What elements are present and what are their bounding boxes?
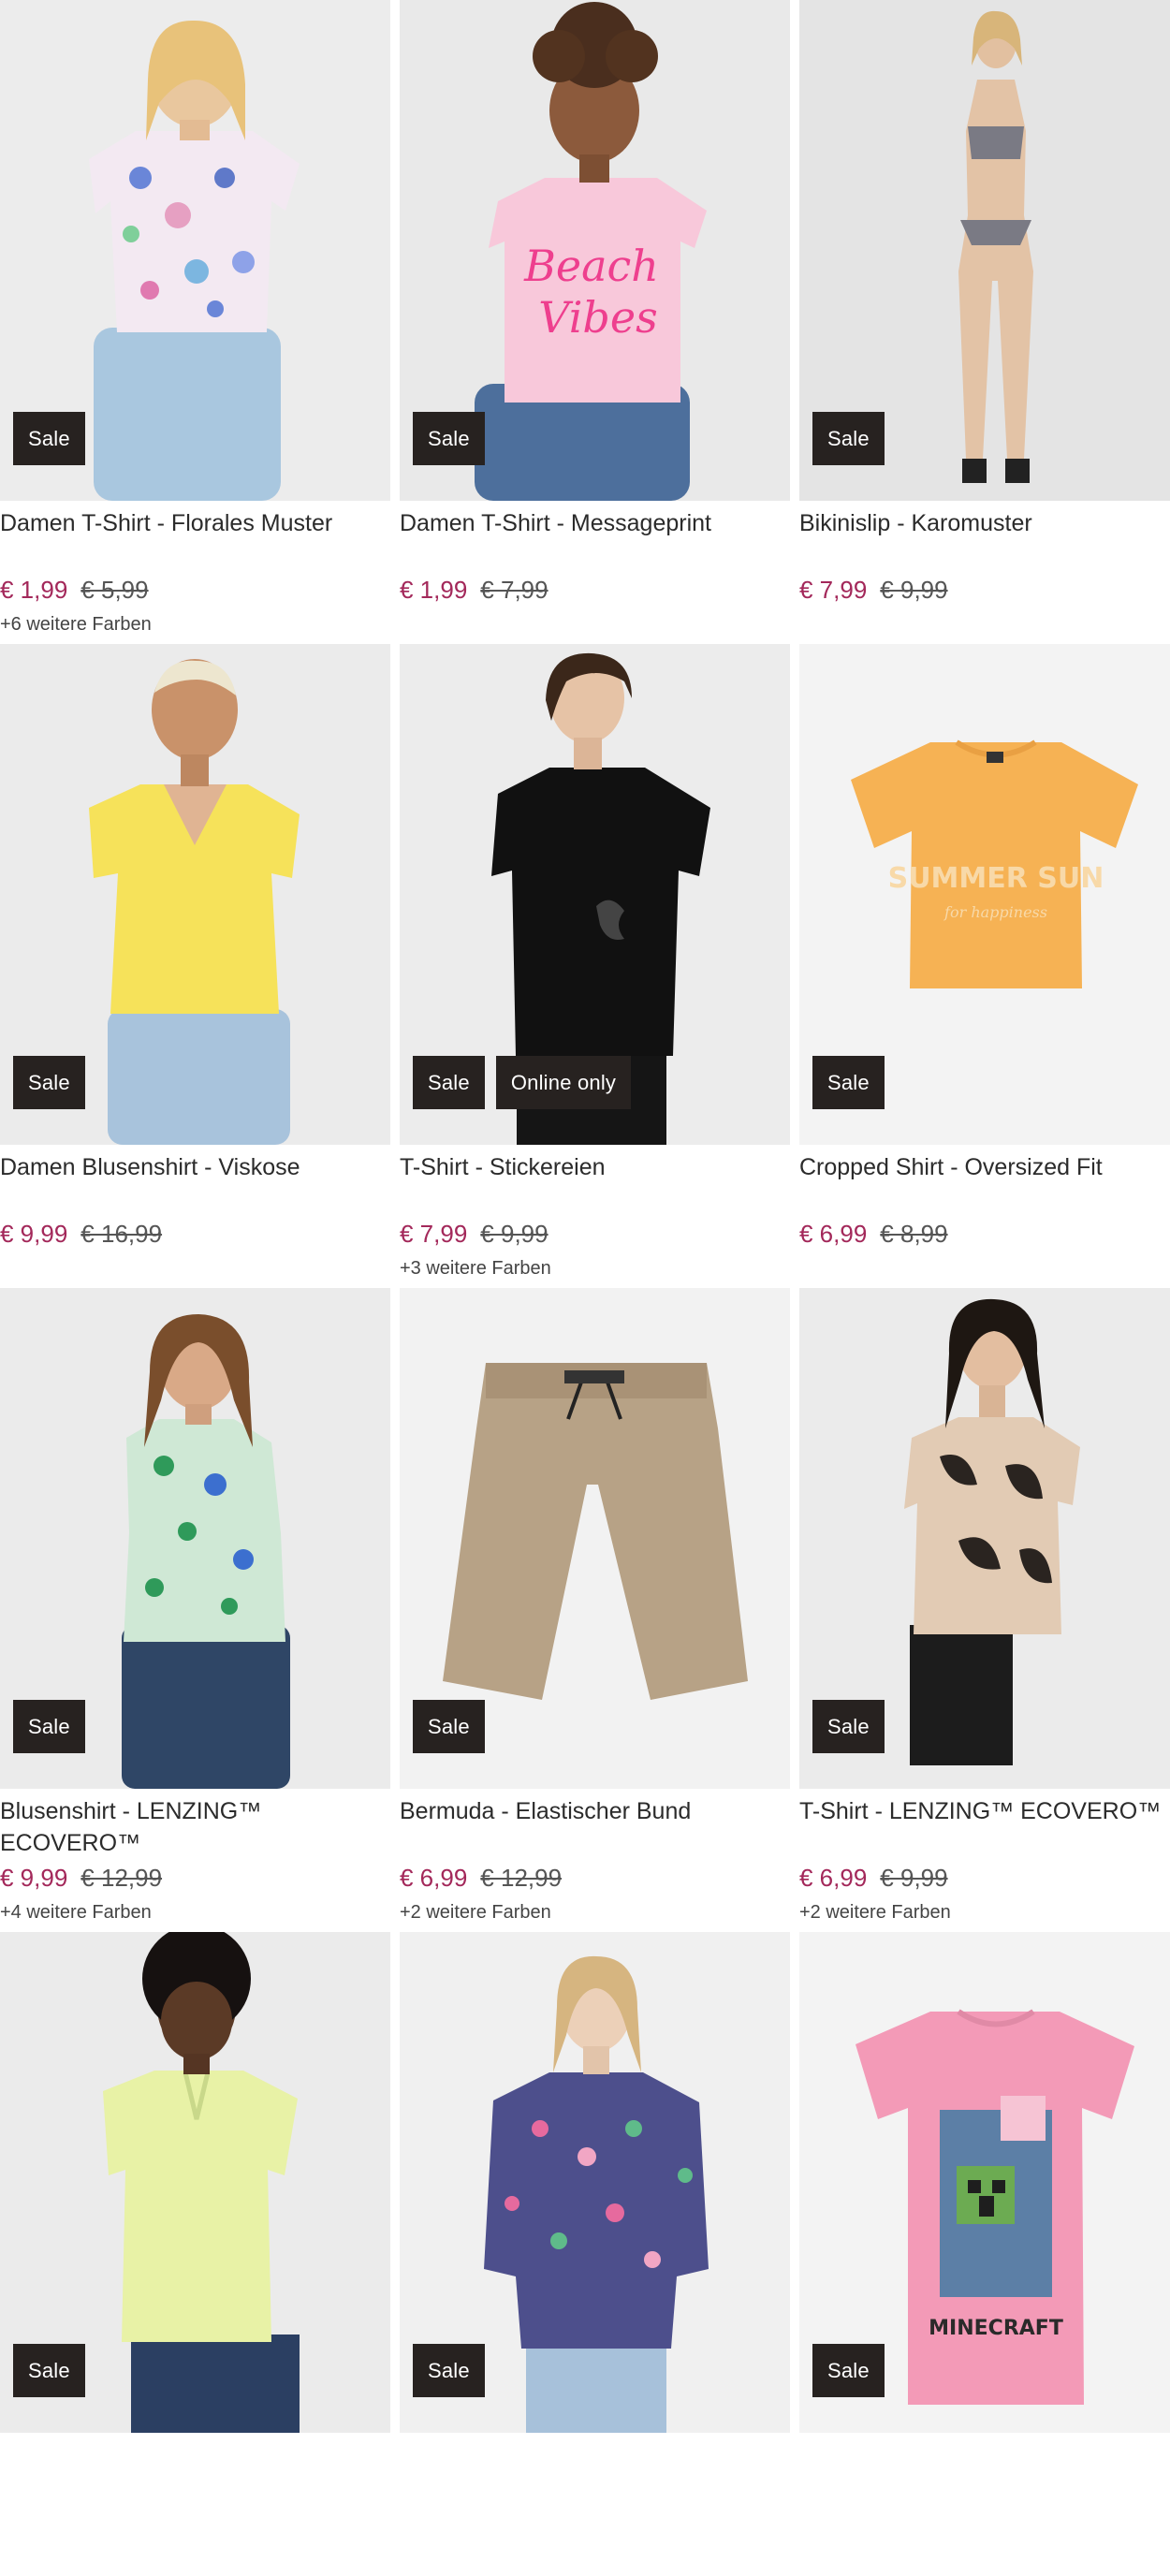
product-title[interactable]: Cropped Shirt - Oversized Fit <box>799 1151 1170 1183</box>
product-price <box>400 2508 413 2536</box>
product-image[interactable]: Sale <box>400 1932 790 2433</box>
product-image[interactable]: Sale <box>799 0 1170 501</box>
sale-badge: Sale <box>413 412 485 465</box>
online-only-badge: Online only <box>495 1056 632 1109</box>
badge-list: Sale <box>13 412 85 465</box>
sale-badge: Sale <box>413 2344 485 2397</box>
sale-price: € 6,99 <box>799 1220 868 1248</box>
more-colors-link[interactable]: +3 weitere Farben <box>400 1257 551 1280</box>
sale-price: € 1,99 <box>400 576 468 604</box>
product-card[interactable]: Sale <box>0 1932 390 2576</box>
product-title[interactable]: Bermuda - Elastischer Bund <box>400 1795 790 1827</box>
badge-list: Sale <box>812 1700 885 1753</box>
product-image[interactable]: Sale <box>0 0 390 501</box>
badge-list: Sale <box>413 1700 485 1753</box>
product-image[interactable]: SUMMER SUN for happiness Sale <box>799 644 1170 1145</box>
sale-badge: Sale <box>812 412 885 465</box>
original-price: € 12,99 <box>80 1864 163 1892</box>
product-price: € 7,99 € 9,99 <box>400 1220 548 1248</box>
sale-badge: Sale <box>812 1056 885 1109</box>
product-image[interactable]: Beach Vibes Sale <box>400 0 790 501</box>
product-price: € 6,99 € 9,99 <box>799 1864 948 1892</box>
sale-price: € 1,99 <box>0 576 68 604</box>
more-colors-link[interactable]: +4 weitere Farben <box>0 1901 152 1924</box>
product-title[interactable]: Blusenshirt - LENZING™ ECOVERO™ <box>0 1795 390 1859</box>
sale-price: € 6,99 <box>400 1864 468 1892</box>
sale-badge: Sale <box>812 2344 885 2397</box>
sale-badge: Sale <box>812 1700 885 1753</box>
sale-price: € 7,99 <box>400 1220 468 1248</box>
sale-badge: Sale <box>413 1056 485 1109</box>
original-price: € 16,99 <box>80 1220 163 1248</box>
original-price: € 8,99 <box>880 1220 948 1248</box>
badge-list: Sale <box>413 2344 485 2397</box>
svg-text:SUMMER SUN: SUMMER SUN <box>888 862 1104 895</box>
product-price: € 9,99 € 16,99 <box>0 1220 162 1248</box>
product-price: € 1,99 € 7,99 <box>400 576 548 604</box>
product-card[interactable]: Sale <box>400 1932 790 2576</box>
product-image[interactable]: Sale <box>799 1288 1170 1789</box>
product-card[interactable]: Sale Damen T-Shirt - Florales Muster € 1… <box>0 0 390 644</box>
sale-badge: Sale <box>13 1700 85 1753</box>
product-price: € 1,99 € 5,99 <box>0 576 149 604</box>
badge-list: Sale <box>13 2344 85 2397</box>
original-price: € 12,99 <box>480 1864 563 1892</box>
badge-list: Sale <box>413 412 485 465</box>
product-price: € 9,99 € 12,99 <box>0 1864 162 1892</box>
product-image[interactable]: MINECRAFT Sale <box>799 1932 1170 2433</box>
product-image[interactable]: Sale <box>0 644 390 1145</box>
original-price: € 9,99 <box>880 1864 948 1892</box>
product-image[interactable]: Sale <box>400 1288 790 1789</box>
product-price: € 6,99 € 12,99 <box>400 1864 562 1892</box>
product-card[interactable]: Sale Bikinislip - Karomuster € 7,99 € 9,9… <box>799 0 1170 644</box>
product-price: € 6,99 € 8,99 <box>799 1220 948 1248</box>
product-card[interactable]: SUMMER SUN for happiness Sale Cropped Sh… <box>799 644 1170 1288</box>
sale-badge: Sale <box>413 1700 485 1753</box>
sale-price: € 9,99 <box>0 1220 68 1248</box>
product-title[interactable]: T-Shirt - Stickereien <box>400 1151 790 1183</box>
product-card[interactable]: Sale Blusenshirt - LENZING™ ECOVERO™ € 9… <box>0 1288 390 1932</box>
badge-list: Sale Online only <box>413 1056 632 1109</box>
product-card[interactable]: Beach Vibes Sale Damen T-Shirt - Message… <box>400 0 790 644</box>
product-image[interactable]: Sale <box>0 1288 390 1789</box>
product-card[interactable]: Sale Online only T-Shirt - Stickereien € … <box>400 644 790 1288</box>
badge-list: Sale <box>812 412 885 465</box>
product-image[interactable]: Sale Online only <box>400 644 790 1145</box>
more-colors-link[interactable]: +6 weitere Farben <box>0 613 152 636</box>
original-price: € 7,99 <box>480 576 548 604</box>
product-price <box>799 2508 812 2536</box>
badge-list: Sale <box>812 1056 885 1109</box>
product-card[interactable]: Sale Bermuda - Elastischer Bund € 6,99 € … <box>400 1288 790 1932</box>
badge-list: Sale <box>812 2344 885 2397</box>
original-price: € 9,99 <box>480 1220 548 1248</box>
sale-badge: Sale <box>13 2344 85 2397</box>
sale-badge: Sale <box>13 412 85 465</box>
product-title[interactable]: Damen T-Shirt - Messageprint <box>400 507 790 539</box>
svg-text:Beach: Beach <box>523 241 659 291</box>
sale-price: € 9,99 <box>0 1864 68 1892</box>
svg-text:MINECRAFT: MINECRAFT <box>929 2317 1063 2340</box>
sale-badge: Sale <box>13 1056 85 1109</box>
product-card[interactable]: MINECRAFT Sale <box>799 1932 1170 2576</box>
badge-list: Sale <box>13 1056 85 1109</box>
sale-price: € 6,99 <box>799 1864 868 1892</box>
svg-text:for happiness: for happiness <box>943 903 1047 921</box>
product-grid: Sale Damen T-Shirt - Florales Muster € 1… <box>0 0 1170 2433</box>
original-price: € 9,99 <box>880 576 948 604</box>
more-colors-link[interactable]: +2 weitere Farben <box>400 1901 551 1924</box>
product-image[interactable]: Sale <box>0 1932 390 2433</box>
original-price: € 5,99 <box>80 576 149 604</box>
product-card[interactable]: Sale Damen Blusenshirt - Viskose € 9,99 €… <box>0 644 390 1288</box>
product-price: € 7,99 € 9,99 <box>799 576 948 604</box>
product-title[interactable]: Damen T-Shirt - Florales Muster <box>0 507 390 539</box>
product-title[interactable]: Bikinislip - Karomuster <box>799 507 1170 539</box>
product-card[interactable]: Sale T-Shirt - LENZING™ ECOVERO™ € 6,99 €… <box>799 1288 1170 1932</box>
product-title[interactable]: Damen Blusenshirt - Viskose <box>0 1151 390 1183</box>
svg-text:Vibes: Vibes <box>538 292 657 343</box>
sale-price: € 7,99 <box>799 576 868 604</box>
more-colors-link[interactable]: +2 weitere Farben <box>799 1901 951 1924</box>
product-title[interactable]: T-Shirt - LENZING™ ECOVERO™ <box>799 1795 1170 1827</box>
badge-list: Sale <box>13 1700 85 1753</box>
product-price <box>0 2508 13 2536</box>
